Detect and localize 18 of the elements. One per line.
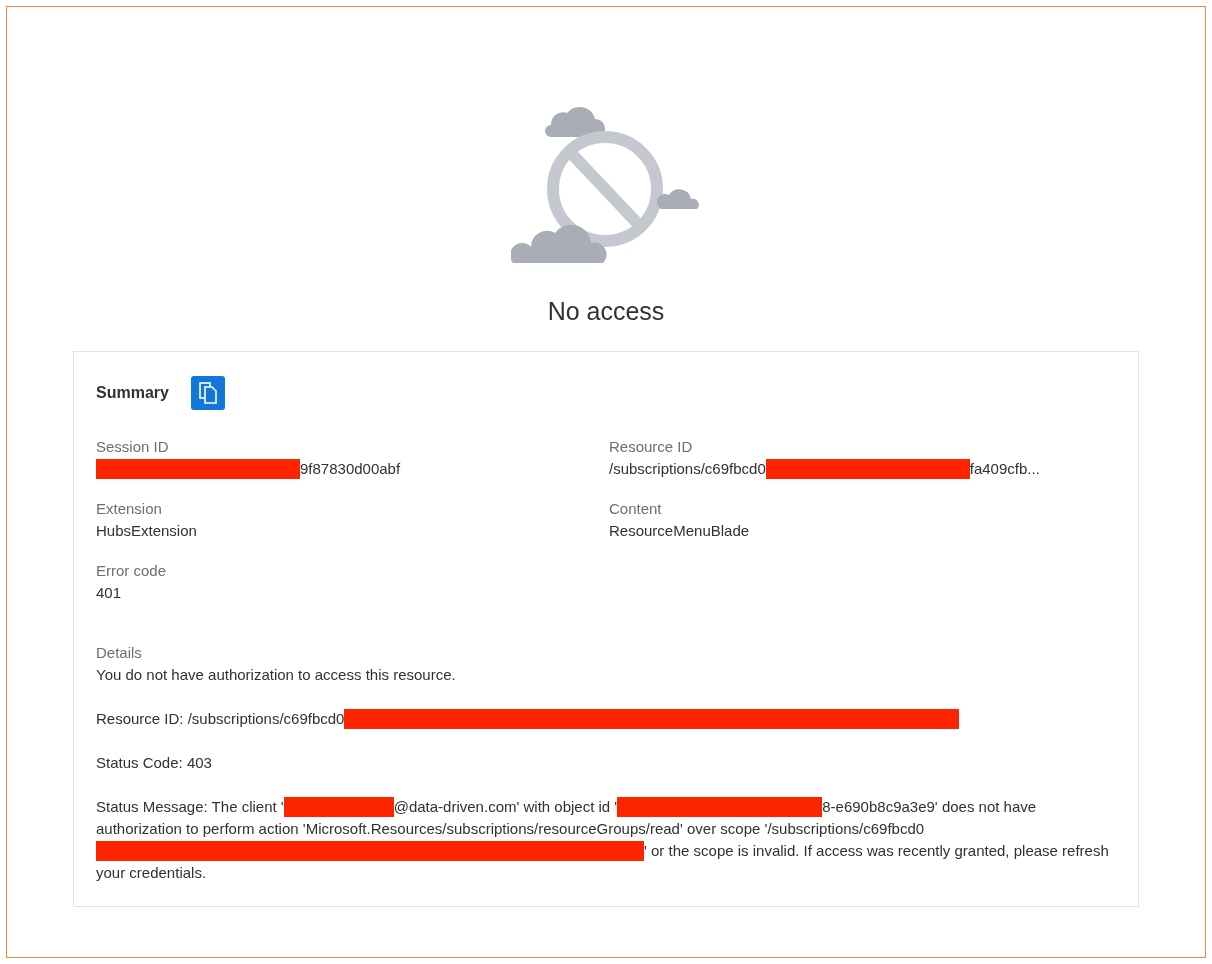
field-label: Session ID <box>96 436 170 457</box>
field-value: 9f87830d00abf <box>96 457 603 480</box>
details-label: Details <box>96 642 143 663</box>
field-label: Extension <box>96 498 163 519</box>
field-value: ResourceMenuBlade <box>609 520 751 541</box>
field-value: /subscriptions/c69fbcd0 fa409cfb... <box>609 457 1041 480</box>
field-value: 401 <box>96 582 123 603</box>
page-title: No access <box>547 296 665 327</box>
field-label: Resource ID <box>609 436 694 457</box>
copy-button[interactable] <box>190 375 225 410</box>
copy-icon <box>198 381 217 404</box>
field-label: Content <box>609 498 663 519</box>
details-paragraph: Status Code: 403 <box>96 752 213 773</box>
summary-heading: Summary <box>96 382 169 403</box>
details-paragraph: You do not have authorization to access this resource. <box>96 664 457 685</box>
field-value: HubsExtension <box>96 520 198 541</box>
field-label: Error code <box>96 560 168 581</box>
details-paragraph: Status Message: The client ' @data-driven.com' with object id ' 8-e690b8c9a3e9' does not have authorization to perform action 'Microsoft.Resources/subscriptions/resourceGroups/read' over scope '/subscriptions/c69fbcd0 ' or the scope is invalid. If access was recently granted, please refresh your credentials. <box>96 795 1110 883</box>
